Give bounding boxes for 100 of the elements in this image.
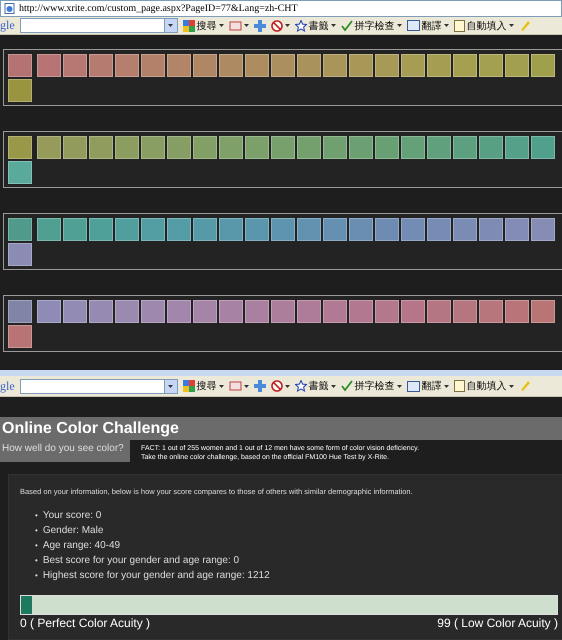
color-chip[interactable] xyxy=(89,300,113,323)
color-chip[interactable] xyxy=(297,300,321,323)
color-chip[interactable] xyxy=(271,136,295,159)
color-chip[interactable] xyxy=(297,136,321,159)
color-chip[interactable] xyxy=(479,300,503,323)
color-chip[interactable] xyxy=(193,300,217,323)
color-chip[interactable] xyxy=(453,54,477,77)
color-chip[interactable] xyxy=(453,218,477,241)
color-chip[interactable] xyxy=(115,136,139,159)
toolbar-button[interactable]: 翻譯 xyxy=(406,379,449,393)
color-chip[interactable] xyxy=(89,54,113,77)
color-chip[interactable] xyxy=(375,218,399,241)
color-chip[interactable] xyxy=(427,218,451,241)
color-chip[interactable] xyxy=(141,218,165,241)
color-chip[interactable] xyxy=(479,54,503,77)
toolbar-button[interactable]: 自動填入 xyxy=(454,18,514,32)
color-chip[interactable] xyxy=(531,54,555,77)
color-chip[interactable] xyxy=(323,136,347,159)
color-chip[interactable] xyxy=(89,136,113,159)
color-chip[interactable] xyxy=(167,300,191,323)
color-chip[interactable] xyxy=(193,136,217,159)
color-chip[interactable] xyxy=(219,136,243,159)
color-chip[interactable] xyxy=(297,218,321,241)
color-chip[interactable] xyxy=(375,136,399,159)
color-chip[interactable] xyxy=(505,54,529,77)
color-chip[interactable] xyxy=(505,300,529,323)
translate-icon xyxy=(406,380,420,392)
toolbar-button[interactable]: 拼字檢查 xyxy=(340,18,402,32)
address-bar[interactable]: http://www.xrite.com/custom_page.aspx?PageID=77&Lang=zh-CHT xyxy=(0,0,562,17)
toolbar-button[interactable]: 搜尋 xyxy=(182,18,224,32)
toolbar-button[interactable]: 書籤 xyxy=(294,18,336,32)
color-chip[interactable] xyxy=(349,218,373,241)
color-chip[interactable] xyxy=(479,136,503,159)
color-chip[interactable] xyxy=(375,300,399,323)
result-item: Highest score for your gender and age range: 1212 xyxy=(42,569,270,582)
toolbar-button[interactable]: 自動填入 xyxy=(454,379,514,393)
color-chip[interactable] xyxy=(37,54,61,77)
color-chip[interactable] xyxy=(115,218,139,241)
color-chip[interactable] xyxy=(167,54,191,77)
color-chip[interactable] xyxy=(219,300,243,323)
color-chip[interactable] xyxy=(141,136,165,159)
color-chip[interactable] xyxy=(531,300,555,323)
search-field[interactable] xyxy=(20,378,178,394)
color-chip[interactable] xyxy=(271,300,295,323)
color-chip[interactable] xyxy=(167,218,191,241)
color-chip[interactable] xyxy=(141,54,165,77)
color-chip[interactable] xyxy=(349,300,373,323)
color-chip[interactable] xyxy=(193,218,217,241)
toolbar-icon-button[interactable] xyxy=(228,20,249,30)
toolbar-button[interactable]: 翻譯 xyxy=(406,18,449,32)
toolbar-icon-button[interactable] xyxy=(270,380,290,392)
toolbar-icon-button[interactable] xyxy=(228,381,249,391)
color-chip[interactable] xyxy=(63,54,87,77)
color-chip[interactable] xyxy=(141,300,165,323)
color-chip[interactable] xyxy=(323,54,347,77)
search-field[interactable] xyxy=(20,18,178,33)
color-chip[interactable] xyxy=(453,300,477,323)
color-chip[interactable] xyxy=(245,300,269,323)
color-chip[interactable] xyxy=(531,218,555,241)
color-chip[interactable] xyxy=(89,218,113,241)
toolbar-button[interactable]: 書籤 xyxy=(294,379,336,393)
color-chip[interactable] xyxy=(219,218,243,241)
color-chip[interactable] xyxy=(245,218,269,241)
color-chip[interactable] xyxy=(63,136,87,159)
color-chip[interactable] xyxy=(323,218,347,241)
color-chip[interactable] xyxy=(505,218,529,241)
color-chip[interactable] xyxy=(401,218,425,241)
color-chip[interactable] xyxy=(401,136,425,159)
toolbar-button[interactable]: 搜尋 xyxy=(182,379,224,393)
color-chip[interactable] xyxy=(401,300,425,323)
color-chip[interactable] xyxy=(167,136,191,159)
color-chip[interactable] xyxy=(115,54,139,77)
color-chip[interactable] xyxy=(115,300,139,323)
color-chip[interactable] xyxy=(297,54,321,77)
color-chip[interactable] xyxy=(271,218,295,241)
color-chip[interactable] xyxy=(427,136,451,159)
color-chip[interactable] xyxy=(37,300,61,323)
color-chip[interactable] xyxy=(505,136,529,159)
color-chip[interactable] xyxy=(63,218,87,241)
caret-icon xyxy=(218,384,224,388)
color-chip[interactable] xyxy=(37,136,61,159)
color-chip[interactable] xyxy=(37,218,61,241)
toolbar-icon-button[interactable] xyxy=(270,20,290,32)
color-chip[interactable] xyxy=(427,300,451,323)
color-chip[interactable] xyxy=(63,300,87,323)
color-chip[interactable] xyxy=(193,54,217,77)
color-chip[interactable] xyxy=(531,136,555,159)
color-chip[interactable] xyxy=(375,54,399,77)
color-chip[interactable] xyxy=(245,136,269,159)
color-chip[interactable] xyxy=(479,218,503,241)
color-chip[interactable] xyxy=(453,136,477,159)
color-chip[interactable] xyxy=(219,54,243,77)
color-chip[interactable] xyxy=(349,54,373,77)
color-chip[interactable] xyxy=(349,136,373,159)
color-chip[interactable] xyxy=(323,300,347,323)
color-chip[interactable] xyxy=(401,54,425,77)
color-chip[interactable] xyxy=(245,54,269,77)
color-chip[interactable] xyxy=(271,54,295,77)
color-chip[interactable] xyxy=(427,54,451,77)
toolbar-button[interactable]: 拼字檢查 xyxy=(340,379,402,393)
